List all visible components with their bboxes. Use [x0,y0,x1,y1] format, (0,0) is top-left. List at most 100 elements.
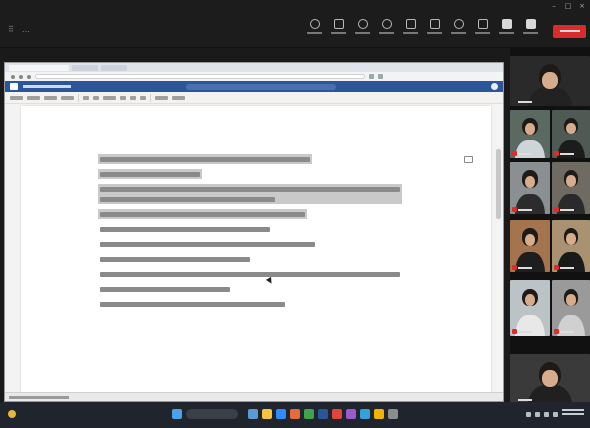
overflow-icon[interactable]: … [22,25,30,34]
document-name[interactable] [23,85,71,88]
question-text[interactable] [98,299,287,309]
apps-button[interactable] [473,19,492,43]
chat-button[interactable] [305,19,324,43]
start-icon[interactable] [172,409,182,419]
participant-tile[interactable] [510,354,590,404]
leave-button[interactable] [553,25,586,38]
camera-button[interactable] [497,19,516,43]
profile-icon[interactable] [378,74,383,79]
mic-label [523,32,538,34]
question-text[interactable] [98,254,252,264]
ribbon-tab[interactable] [10,95,23,100]
scrollbar[interactable] [496,149,501,219]
mic-button[interactable] [521,19,540,43]
wifi-icon[interactable] [535,411,540,417]
grid-icon[interactable]: ⠿ [8,25,14,34]
window-titlebar: – □ × [0,0,590,14]
word-statusbar [5,392,503,401]
word-search[interactable] [186,83,336,90]
chrome-icon[interactable] [374,409,384,419]
participant-tile[interactable] [510,110,550,158]
participant-face [542,71,558,90]
comment-icon[interactable] [464,156,473,163]
browser-tab[interactable] [101,64,127,71]
participant-tile[interactable] [552,220,590,272]
app-icon[interactable] [290,409,300,419]
ribbon-tab[interactable] [44,95,57,100]
participant-tile[interactable] [552,110,590,158]
question-text[interactable] [98,224,272,234]
battery-icon[interactable] [553,411,558,417]
app-icon[interactable] [346,409,356,419]
question-text[interactable] [98,169,202,179]
word-app-icon[interactable] [318,409,328,419]
browser-tabstrip [5,63,503,72]
raise-hand-button[interactable] [353,19,372,43]
participant-tile[interactable] [552,162,590,214]
weather-icon[interactable] [8,410,16,418]
participant-name [518,101,532,103]
taskbar-apps [172,409,398,419]
italic-icon[interactable] [130,95,136,100]
participant-name [518,399,532,401]
text-placeholder [100,211,305,217]
participant-tile[interactable] [510,220,550,272]
volume-icon[interactable] [544,411,549,417]
taskbar-search[interactable] [186,409,238,419]
question-text[interactable] [98,154,312,164]
question-item [76,284,466,294]
undo-icon[interactable] [83,95,89,100]
file-explorer-icon[interactable] [262,409,272,419]
participant-tile[interactable] [510,280,550,336]
participant-name [518,209,532,211]
font-selector[interactable] [103,95,116,100]
app-icon[interactable] [388,409,398,419]
app-icon[interactable] [332,409,342,419]
question-text[interactable] [98,209,307,219]
minimize-icon[interactable]: – [550,2,558,10]
mic-muted-icon [554,151,559,156]
reload-icon[interactable] [27,74,31,79]
people-button[interactable] [329,19,348,43]
meeting-toolbar: ⠿ … [0,14,590,48]
clock-time [562,409,584,411]
back-icon[interactable] [11,74,15,79]
bold-icon[interactable] [120,95,126,100]
edge-icon[interactable] [360,409,370,419]
participant-tile[interactable] [510,56,590,106]
close-icon[interactable]: × [578,2,586,10]
task-view-icon[interactable] [248,409,258,419]
taskbar-clock[interactable] [562,409,584,419]
maximize-icon[interactable]: □ [564,2,572,10]
rooms-button[interactable] [425,19,444,43]
view-button[interactable] [401,19,420,43]
question-text[interactable] [98,184,402,204]
underline-icon[interactable] [140,95,146,100]
leave-label [559,30,580,32]
question-text[interactable] [98,239,317,249]
ribbon-tab[interactable] [61,95,74,100]
browser-tab[interactable] [9,64,69,71]
extension-icon[interactable] [369,74,374,79]
app-icon[interactable] [304,409,314,419]
smile-icon [381,19,392,29]
list-icon[interactable] [155,95,168,100]
chevron-up-icon[interactable] [526,411,531,417]
participant-tile[interactable] [552,280,590,336]
browser-tab[interactable] [72,64,98,71]
record-button[interactable] [449,19,468,43]
forward-icon[interactable] [19,74,23,79]
avatar[interactable] [491,83,498,90]
url-field[interactable] [35,74,365,79]
question-text[interactable] [98,269,402,279]
react-button[interactable] [377,19,396,43]
style-selector[interactable] [172,95,185,100]
section-heading [76,138,466,150]
ribbon-tab[interactable] [27,95,40,100]
question-text[interactable] [98,284,232,294]
zoom-app-icon[interactable] [276,409,286,419]
camera-icon [501,19,512,29]
question-item [76,209,466,219]
participant-tile[interactable] [510,162,550,214]
redo-icon[interactable] [93,95,99,100]
